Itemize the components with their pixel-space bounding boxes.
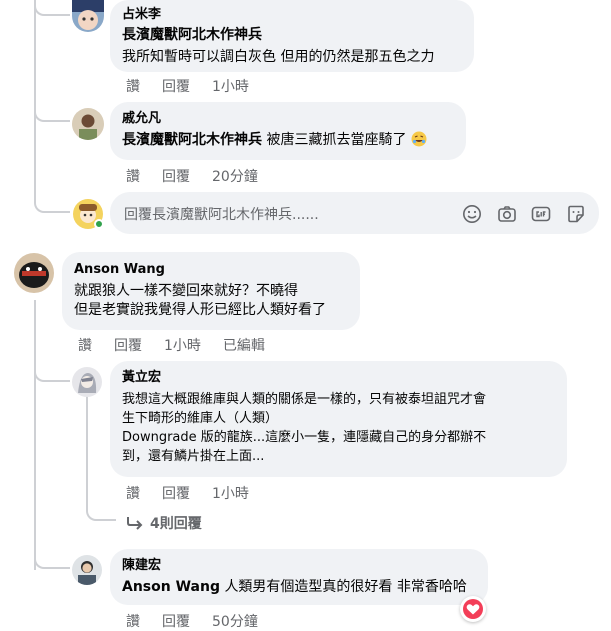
comment-time[interactable]: 20分鐘: [212, 166, 258, 186]
comment-author[interactable]: 占米李: [122, 6, 462, 24]
reply-button[interactable]: 回覆: [114, 335, 142, 355]
reaction-badge[interactable]: [460, 596, 486, 622]
laughing-emoji-icon: [411, 131, 427, 147]
thread-elbow-2: [34, 100, 70, 122]
comment-actions: 讚 回覆 50分鐘: [126, 611, 280, 631]
reply-button[interactable]: 回覆: [162, 166, 190, 186]
comment-text-line: Downgrade 版的龍族...這麼小一隻，連隱藏自己的身分都辦不: [122, 430, 487, 445]
like-button[interactable]: 讚: [78, 335, 92, 355]
avatar[interactable]: [72, 108, 104, 140]
comment-text-line: 到，還有鱗片掛在上面...: [122, 449, 265, 464]
reply-placeholder: 回覆長濱魔獸阿北木作神兵......: [124, 207, 319, 223]
like-button[interactable]: 讚: [126, 483, 140, 503]
thread-elbow-4: [34, 360, 70, 382]
comment-text: 被唐三藏抓去當座騎了: [266, 132, 407, 148]
comment-author[interactable]: 戚允凡: [122, 110, 454, 128]
reply-input[interactable]: 回覆長濱魔獸阿北木作神兵......: [110, 192, 599, 234]
thread-elbow-5: [34, 540, 70, 569]
comment-text-line: 就跟狼人一樣不變回來就好？不曉得: [74, 283, 298, 299]
comment-author[interactable]: Anson Wang: [74, 261, 348, 279]
thread-elbow-sub: [86, 496, 116, 521]
reply-arrow-icon: [126, 516, 144, 530]
online-status-dot: [94, 219, 104, 229]
thread-line-main: [34, 300, 36, 570]
avatar[interactable]: [72, 0, 104, 32]
reply-button[interactable]: 回覆: [162, 76, 190, 96]
comment-bubble: 陳建宏 Anson Wang 人類男有個造型真的很好看 非常香哈哈: [110, 549, 488, 605]
reply-button[interactable]: 回覆: [162, 611, 190, 631]
reply-button[interactable]: 回覆: [162, 483, 190, 503]
comment-text-line: 但是老實說我覺得人形已經比人類好看了: [74, 302, 326, 318]
comment-author[interactable]: 陳建宏: [122, 557, 476, 575]
heart-icon: [463, 599, 483, 619]
comment-text-line: 生下畸形的維庫人（人類）: [122, 411, 279, 426]
like-button[interactable]: 讚: [126, 76, 140, 96]
comment-author[interactable]: 黃立宏: [122, 369, 555, 387]
more-replies-count: 4則回覆: [150, 516, 202, 532]
emoji-icon[interactable]: [462, 204, 482, 224]
sticker-icon[interactable]: [566, 204, 586, 224]
comment-text-line: 我想這大概跟維庫與人類的關係是一樣的，只有被泰坦詛咒才會: [122, 392, 487, 407]
comment-bubble: 占米李 長濱魔獸阿北木作神兵 我所知暫時可以調白灰色 但用的仍然是那五色之力: [110, 0, 474, 72]
mention-tag[interactable]: Anson Wang: [122, 579, 220, 595]
comment-bubble: 戚允凡 長濱魔獸阿北木作神兵 被唐三藏抓去當座騎了: [110, 102, 466, 160]
comment-actions: 讚 回覆 1小時: [126, 76, 271, 96]
comment-text: 人類男有個造型真的很好看 非常香哈哈: [224, 579, 467, 595]
like-button[interactable]: 讚: [126, 611, 140, 631]
thread-elbow-3: [34, 195, 70, 213]
comment-actions: 讚 回覆 20分鐘: [126, 166, 280, 186]
avatar[interactable]: [72, 367, 102, 397]
like-button[interactable]: 讚: [126, 166, 140, 186]
comment-actions: 讚 回覆 1小時 已編輯: [78, 335, 287, 355]
comment-actions: 讚 回覆 1小時: [126, 483, 271, 503]
thread-line-sub: [86, 396, 88, 506]
comment-text: 我所知暫時可以調白灰色 但用的仍然是那五色之力: [122, 49, 435, 65]
gif-icon[interactable]: [531, 204, 551, 224]
view-more-replies-link[interactable]: 4則回覆: [126, 513, 202, 533]
mention-tag[interactable]: 長濱魔獸阿北木作神兵: [122, 132, 262, 148]
comment-bubble: Anson Wang 就跟狼人一樣不變回來就好？不曉得 但是老實說我覺得人形已經…: [62, 252, 360, 330]
comment-time[interactable]: 50分鐘: [212, 611, 258, 631]
camera-icon[interactable]: [497, 204, 517, 224]
mention-tag[interactable]: 長濱魔獸阿北木作神兵: [122, 27, 262, 43]
thread-elbow-top: [34, 0, 70, 16]
avatar[interactable]: [14, 253, 54, 293]
comment-bubble: 黃立宏 我想這大概跟維庫與人類的關係是一樣的，只有被泰坦詛咒才會 生下畸形的維庫…: [110, 361, 567, 477]
comment-time[interactable]: 1小時: [212, 76, 249, 96]
comment-time[interactable]: 1小時: [212, 483, 249, 503]
thread-line-top: [34, 0, 36, 195]
avatar[interactable]: [72, 555, 102, 585]
edited-label[interactable]: 已編輯: [223, 335, 265, 355]
comment-time[interactable]: 1小時: [164, 335, 201, 355]
